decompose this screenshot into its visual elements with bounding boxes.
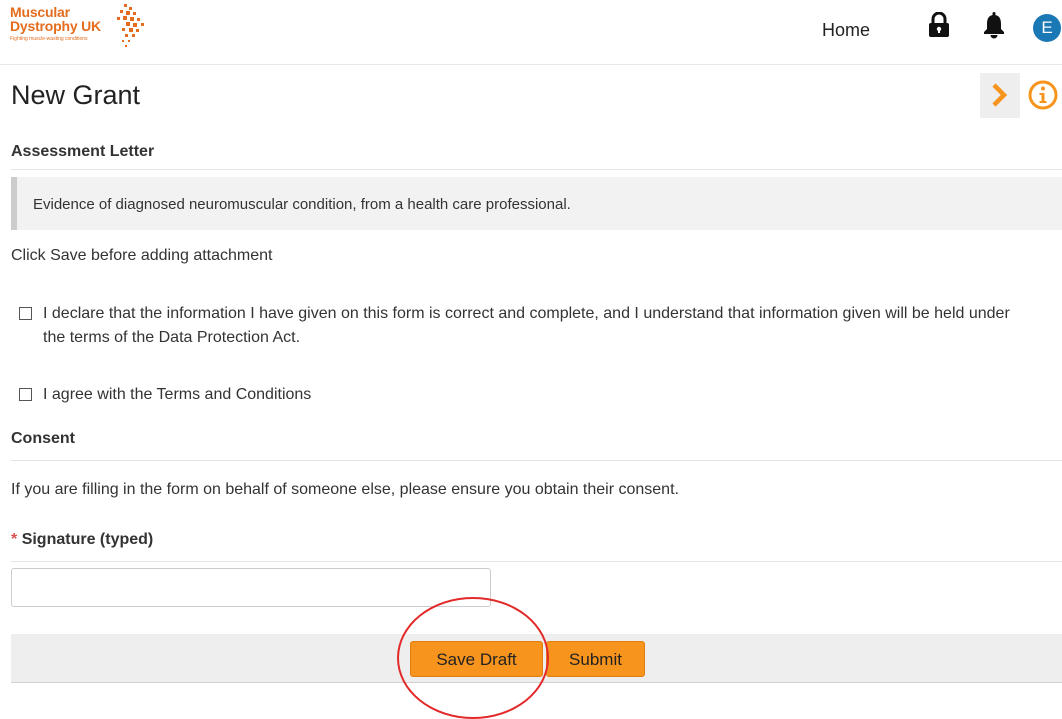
top-header: Muscular Dystrophy UK Fighting muscle-wa… xyxy=(0,0,1062,65)
terms-label[interactable]: I agree with the Terms and Conditions xyxy=(43,383,1033,407)
assessment-letter-heading: Assessment Letter xyxy=(11,143,155,160)
page-title: New Grant xyxy=(11,80,141,110)
form-actions-bar: Save Draft Submit xyxy=(11,634,1062,683)
save-draft-button[interactable]: Save Draft xyxy=(410,641,543,677)
logo-line2: Dystrophy UK xyxy=(10,18,101,34)
lock-icon[interactable] xyxy=(928,12,950,38)
divider xyxy=(11,460,1062,461)
evidence-text: Evidence of diagnosed neuromuscular cond… xyxy=(33,196,571,213)
signature-input[interactable] xyxy=(11,568,491,607)
save-before-attachment-note: Click Save before adding attachment xyxy=(11,247,273,264)
divider xyxy=(11,169,1062,170)
declaration-label[interactable]: I declare that the information I have gi… xyxy=(43,302,1033,350)
chevron-right-icon xyxy=(992,83,1008,107)
divider xyxy=(11,561,1062,562)
logo-tagline: Fighting muscle-wasting conditions xyxy=(10,36,88,42)
side-panel-toggle-button[interactable] xyxy=(980,73,1020,118)
signature-label: * Signature (typed) xyxy=(11,531,153,549)
terms-checkbox[interactable] xyxy=(19,388,32,401)
bell-icon[interactable] xyxy=(983,11,1005,39)
consent-heading: Consent xyxy=(11,430,75,447)
evidence-info-box: Evidence of diagnosed neuromuscular cond… xyxy=(11,177,1062,230)
nav-home-link[interactable]: Home xyxy=(822,20,870,41)
user-avatar[interactable]: E xyxy=(1033,14,1061,42)
muscular-dystrophy-uk-logo[interactable]: Muscular Dystrophy UK Fighting muscle-wa… xyxy=(10,2,170,60)
required-marker: * xyxy=(11,531,18,548)
signature-label-text: Signature (typed) xyxy=(21,531,154,548)
declaration-checkbox[interactable] xyxy=(19,307,32,320)
submit-button[interactable]: Submit xyxy=(546,641,645,677)
consent-text: If you are filling in the form on behalf… xyxy=(11,481,679,498)
logo-line1: Muscular xyxy=(10,4,70,20)
logo-mark-icon xyxy=(117,4,144,47)
info-icon[interactable] xyxy=(1027,79,1059,111)
